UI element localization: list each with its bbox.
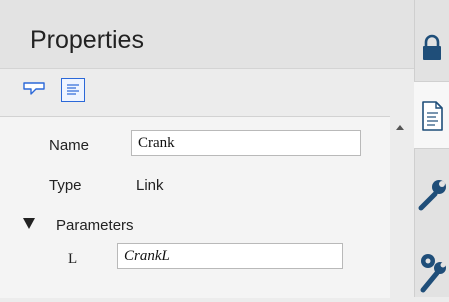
- name-label: Name: [49, 137, 90, 154]
- comment-button[interactable]: [22, 79, 48, 105]
- collapse-triangle-icon[interactable]: [23, 218, 35, 229]
- panel-header: Properties: [0, 0, 414, 69]
- document-icon: [422, 101, 443, 131]
- type-label: Type: [49, 177, 82, 194]
- type-value: Link: [136, 177, 164, 194]
- lock-icon: [423, 34, 441, 60]
- details-button[interactable]: [61, 78, 87, 104]
- scroll-up-arrow-icon[interactable]: [396, 125, 404, 130]
- comment-icon: [23, 82, 45, 95]
- details-icon: [67, 84, 79, 95]
- parameter-value-field[interactable]: CrankL: [117, 243, 343, 269]
- lock-tab[interactable]: [415, 22, 449, 70]
- panel-title: Properties: [30, 26, 144, 54]
- parameters-group-label[interactable]: Parameters: [56, 217, 134, 234]
- parameter-label: L: [68, 251, 78, 267]
- document-tab[interactable]: [414, 81, 449, 149]
- vertical-scrollbar[interactable]: [391, 116, 412, 297]
- wrench-tab[interactable]: [415, 165, 449, 220]
- gear-wrench-tab[interactable]: [415, 235, 449, 297]
- gear-wrench-icon: [420, 254, 446, 293]
- name-field[interactable]: Crank: [131, 130, 361, 156]
- side-tab-strip: [414, 0, 449, 297]
- properties-panel: Properties Name Crank Type Link Paramete…: [0, 0, 414, 298]
- wrench-icon: [418, 180, 446, 211]
